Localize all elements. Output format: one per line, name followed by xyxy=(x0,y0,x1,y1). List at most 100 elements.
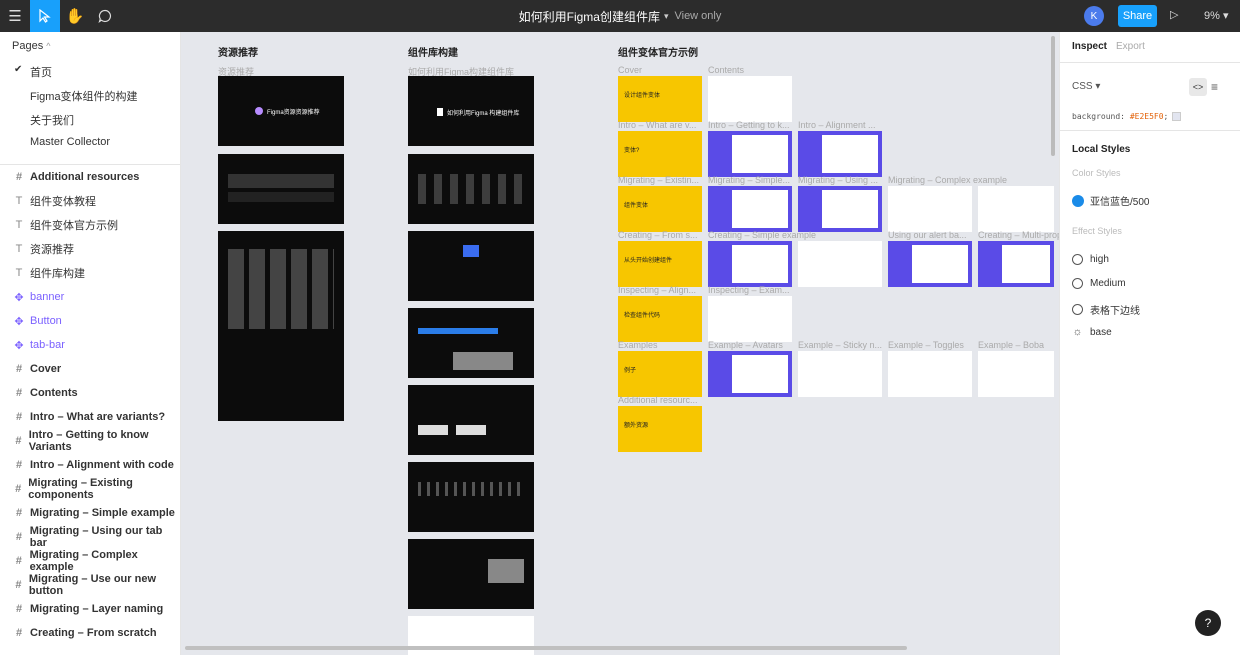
example-frame[interactable]: 设计组件变体 xyxy=(618,76,702,122)
example-frame[interactable] xyxy=(798,131,882,177)
example-frame[interactable] xyxy=(978,241,1054,287)
effect-style-item[interactable]: Medium xyxy=(1072,278,1126,289)
example-frame[interactable]: 组件变体 xyxy=(618,186,702,232)
resource-frame[interactable] xyxy=(218,154,344,224)
frame-label: Additional resourc... xyxy=(618,395,698,405)
chevron-down-icon[interactable]: ▾ xyxy=(664,11,669,22)
example-frame[interactable]: 变体? xyxy=(618,131,702,177)
comment-tool-icon[interactable] xyxy=(90,0,120,32)
layer-item[interactable]: ✥ Button xyxy=(12,311,180,331)
pages-header[interactable]: Pages ^ xyxy=(12,40,50,52)
zoom-value: 9% xyxy=(1204,10,1220,22)
layer-item[interactable]: # Creating – From scratch xyxy=(12,623,180,643)
example-frame[interactable]: 额外资源 xyxy=(618,406,702,452)
background-prop-name: background: xyxy=(1072,112,1125,121)
main-menu-icon[interactable]: ☰ xyxy=(0,0,30,32)
page-item[interactable]: Master Collector xyxy=(30,136,110,148)
layer-item[interactable]: T 资源推荐 xyxy=(12,239,180,259)
example-frame[interactable]: 检查组件代码 xyxy=(618,296,702,342)
zoom-dropdown[interactable]: 9% ▾ xyxy=(1204,9,1228,22)
layer-item[interactable]: # Migrating – Existing components xyxy=(12,477,180,501)
background-prop-value: #E2E5F0 xyxy=(1129,112,1164,121)
section-title: 组件变体官方示例 xyxy=(618,48,698,59)
help-button[interactable]: ? xyxy=(1195,610,1221,636)
banner-text: 如何利用Figma 构建组件库 xyxy=(447,111,520,117)
share-button[interactable]: Share xyxy=(1118,5,1157,27)
library-frame[interactable] xyxy=(408,231,534,301)
frame-label: Example – Toggles xyxy=(888,340,964,350)
present-icon[interactable]: ▷ xyxy=(1170,8,1178,21)
layer-item[interactable]: # Migrating – Complex example xyxy=(12,549,180,573)
color-style-item[interactable]: 亚信蓝色/500 xyxy=(1072,193,1149,208)
example-frame[interactable] xyxy=(978,351,1054,397)
effect-style-item[interactable]: ☼ base xyxy=(1072,326,1111,338)
layer-item[interactable]: # Migrating – Use our new button xyxy=(12,573,180,597)
layer-item[interactable]: # Migrating – Simple example xyxy=(12,503,180,523)
example-frame[interactable] xyxy=(708,296,792,342)
section-title: 资源推荐 xyxy=(218,48,258,59)
layer-item[interactable]: T 组件变体教程 xyxy=(12,191,180,211)
layer-item[interactable]: # Contents xyxy=(12,383,180,403)
layer-item[interactable]: T 组件库构建 xyxy=(12,263,180,283)
layer-item[interactable]: # Additional resources xyxy=(12,167,180,187)
page-item[interactable]: 关于我们 xyxy=(30,112,74,128)
layer-item[interactable]: # Intro – Getting to know Variants xyxy=(12,429,180,453)
layer-label: tab-bar xyxy=(30,339,65,351)
frame-label: Example – Boba xyxy=(978,340,1045,350)
avatar[interactable]: K xyxy=(1084,6,1104,26)
example-frame[interactable]: 例子 xyxy=(618,351,702,397)
example-frame[interactable] xyxy=(888,186,972,232)
layer-item[interactable]: # Intro – Alignment with code xyxy=(12,455,180,475)
example-frame[interactable] xyxy=(798,186,882,232)
tab-inspect[interactable]: Inspect xyxy=(1072,41,1107,52)
page-item[interactable]: Figma变体组件的构建 xyxy=(30,88,138,104)
example-frame[interactable]: 从头开始创建组件 xyxy=(618,241,702,287)
example-frame[interactable] xyxy=(798,241,882,287)
layer-item[interactable]: ✥ tab-bar xyxy=(12,335,180,355)
frame-label: Example – Avatars xyxy=(708,340,783,350)
example-frame[interactable] xyxy=(708,351,792,397)
tab-export[interactable]: Export xyxy=(1116,41,1145,52)
divider xyxy=(1060,130,1240,131)
example-frame[interactable] xyxy=(708,186,792,232)
example-frame[interactable] xyxy=(978,186,1054,232)
library-frame[interactable] xyxy=(408,308,534,378)
effect-style-item[interactable]: high xyxy=(1072,254,1109,265)
frame-panel xyxy=(822,190,878,228)
frame-icon: # xyxy=(15,387,23,399)
example-frame[interactable] xyxy=(708,241,792,287)
layer-item[interactable]: # Cover xyxy=(12,359,180,379)
layer-item[interactable]: # Migrating – Using our tab bar xyxy=(12,525,180,549)
frame-icon: # xyxy=(15,555,22,567)
layer-item[interactable]: T 组件变体官方示例 xyxy=(12,215,180,235)
drop-shadow-icon xyxy=(1072,254,1083,265)
layer-item[interactable]: ✥ banner xyxy=(12,287,180,307)
list-view-icon[interactable]: ≡ xyxy=(1211,80,1218,94)
effect-style-item[interactable]: 表格下边线 xyxy=(1072,302,1140,317)
example-frame[interactable] xyxy=(708,76,792,122)
library-frame[interactable] xyxy=(408,539,534,609)
example-frame[interactable] xyxy=(708,131,792,177)
resource-grid-frame[interactable] xyxy=(218,231,344,421)
file-title[interactable]: 如何利用Figma创建组件库 xyxy=(519,8,660,25)
library-frame[interactable] xyxy=(408,385,534,455)
code-view-button[interactable]: <> xyxy=(1189,78,1207,96)
page-item[interactable]: 首页 xyxy=(30,64,52,80)
vertical-scrollbar[interactable] xyxy=(1051,36,1055,156)
frame-icon: # xyxy=(15,171,23,183)
layer-item[interactable]: # Intro – What are variants? xyxy=(12,407,180,427)
example-frame[interactable] xyxy=(798,351,882,397)
canvas[interactable]: 资源推荐 组件库构建 组件变体官方示例 资源推荐 Figma资源资源推荐 如何利… xyxy=(181,32,1059,655)
library-banner-frame[interactable]: 如何利用Figma 构建组件库 xyxy=(408,76,534,146)
library-frame[interactable] xyxy=(408,462,534,532)
resource-banner-frame[interactable]: Figma资源资源推荐 xyxy=(218,76,344,146)
move-tool-icon[interactable] xyxy=(30,0,60,32)
horizontal-scrollbar[interactable] xyxy=(185,646,907,650)
example-frame[interactable] xyxy=(888,351,972,397)
layer-item[interactable]: # Migrating – Layer naming xyxy=(12,599,180,619)
example-frame[interactable] xyxy=(888,241,972,287)
layer-label: Intro – Alignment with code xyxy=(30,459,174,471)
hand-tool-icon[interactable]: ✋ xyxy=(60,0,90,32)
library-frame[interactable] xyxy=(408,154,534,224)
code-language-select[interactable]: CSS ▾ xyxy=(1072,81,1100,92)
